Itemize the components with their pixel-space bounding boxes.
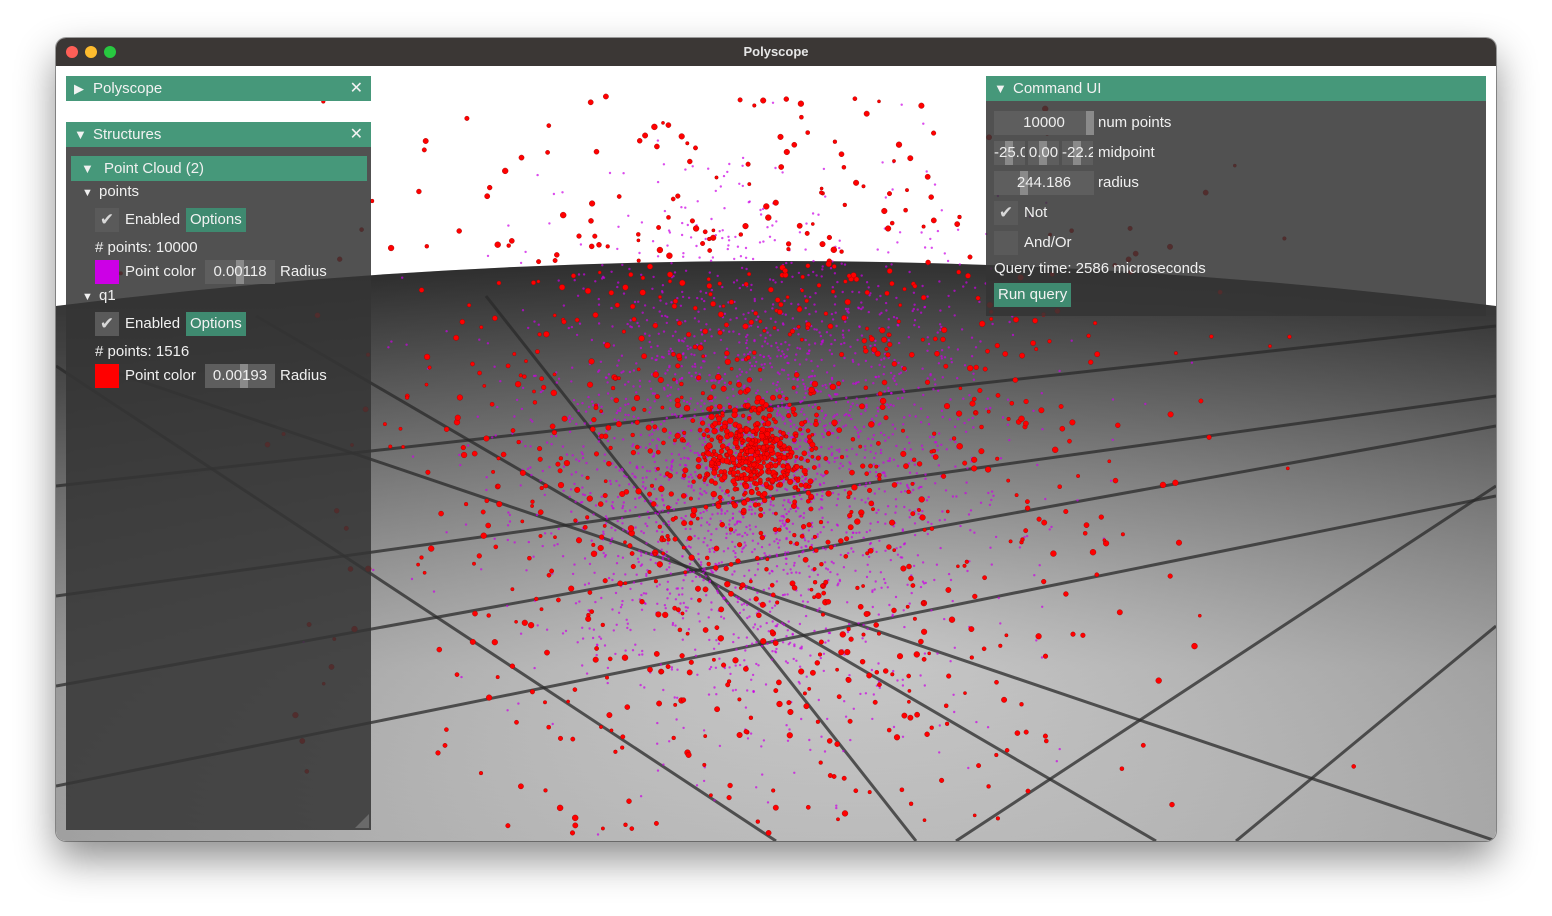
check-icon[interactable]: ✔ [95, 312, 119, 336]
zoom-window-button[interactable] [104, 46, 116, 58]
resize-grip-icon[interactable] [355, 814, 369, 828]
point-color-swatch[interactable] [95, 364, 119, 388]
check-icon[interactable]: ✔ [994, 201, 1018, 225]
num-points-input[interactable]: 10000 [994, 111, 1094, 135]
minimize-window-button[interactable] [85, 46, 97, 58]
close-window-button[interactable] [66, 46, 78, 58]
point-count-text: # points: 10000 [95, 239, 198, 256]
query-time-text: Query time: 2586 microseconds [994, 260, 1206, 277]
midpoint-label: midpoint [1098, 144, 1155, 161]
enabled-label: Enabled [125, 211, 181, 228]
structures-panel-title: Structures [93, 126, 162, 143]
polyscope-panel-header[interactable]: ▶ Polyscope ✕ [66, 76, 371, 101]
title-bar: Polyscope [56, 38, 1496, 66]
check-icon[interactable]: ✔ [95, 208, 119, 232]
midpoint-x-input[interactable]: -25.0 [994, 141, 1025, 165]
structure-name-q1[interactable]: q1 [99, 287, 116, 304]
and-or-checkbox[interactable] [994, 231, 1018, 255]
app-window: Polyscope ▶ Polyscope ✕ ▼ Structures ✕ ▼… [56, 38, 1496, 841]
triangle-down-icon[interactable]: ▼ [74, 122, 87, 147]
triangle-down-icon[interactable]: ▼ [81, 156, 94, 181]
radius-label: radius [1098, 174, 1139, 191]
not-label: Not [1024, 204, 1048, 221]
run-query-button[interactable]: Run query [994, 283, 1072, 307]
command-ui-header[interactable]: ▼ Command UI [986, 76, 1486, 101]
options-button[interactable]: Options [186, 312, 246, 336]
point-count-text: # points: 1516 [95, 343, 190, 360]
command-ui-panel: ▼ Command UI 10000 num points -25.0 0.00… [986, 76, 1486, 316]
point-color-label: Point color [125, 367, 196, 384]
polyscope-panel-title: Polyscope [93, 80, 163, 97]
point-cloud-group-label: Point Cloud (2) [104, 160, 205, 177]
midpoint-y-input[interactable]: 0.00 [1028, 141, 1059, 165]
and-or-label: And/Or [1024, 234, 1072, 251]
tree-expand-icon[interactable]: ▼ [82, 187, 93, 199]
command-ui-title: Command UI [1013, 80, 1102, 97]
point-color-label: Point color [125, 263, 196, 280]
triangle-down-icon[interactable]: ▼ [994, 76, 1007, 101]
tree-expand-icon[interactable]: ▼ [82, 291, 93, 303]
point-cloud-group-header[interactable]: ▼ Point Cloud (2) [71, 156, 367, 181]
enabled-label: Enabled [125, 315, 181, 332]
close-icon[interactable]: ✕ [350, 76, 363, 101]
radius-label: Radius [280, 367, 327, 384]
midpoint-z-input[interactable]: -22.2 [1062, 141, 1093, 165]
close-icon[interactable]: ✕ [350, 122, 363, 147]
radius-slider[interactable]: 0.00193 [205, 364, 275, 388]
radius-input[interactable]: 244.186 [994, 171, 1094, 195]
radius-label: Radius [280, 263, 327, 280]
structures-panel-header[interactable]: ▼ Structures ✕ [66, 122, 371, 147]
point-color-swatch[interactable] [95, 260, 119, 284]
options-button[interactable]: Options [186, 208, 246, 232]
structures-panel: ▼ Structures ✕ ▼ Point Cloud (2) ▼ point… [66, 122, 371, 830]
radius-slider[interactable]: 0.00118 [205, 260, 275, 284]
num-points-label: num points [1098, 114, 1172, 131]
polyscope-panel: ▶ Polyscope ✕ [66, 76, 371, 101]
window-title: Polyscope [743, 44, 809, 59]
structure-name-points[interactable]: points [99, 183, 139, 200]
triangle-right-icon[interactable]: ▶ [74, 76, 84, 101]
